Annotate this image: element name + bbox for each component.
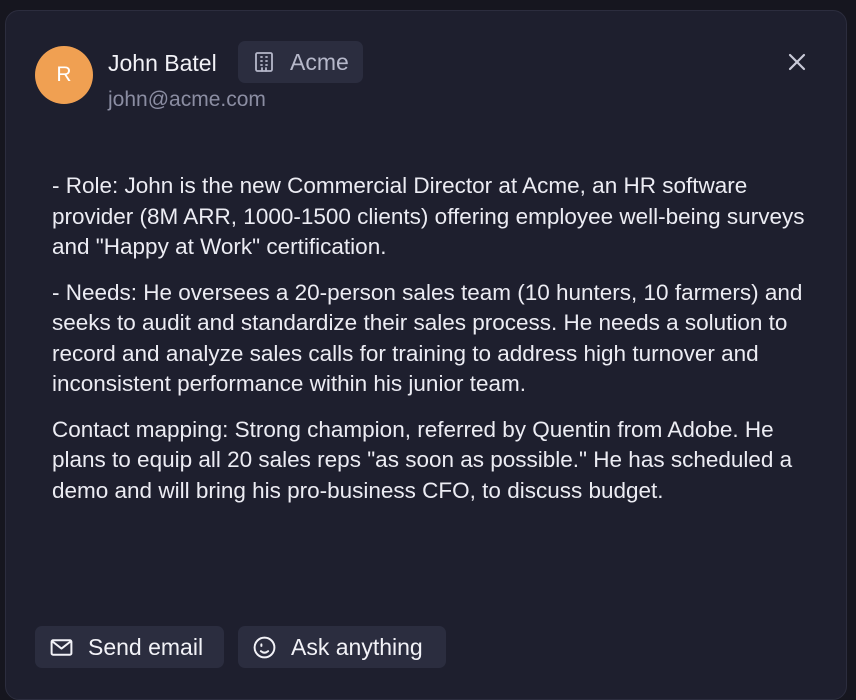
contact-notes: - Role: John is the new Commercial Direc… xyxy=(52,171,812,521)
note-contact-mapping: Contact mapping: Strong champion, referr… xyxy=(52,416,793,503)
company-chip[interactable]: Acme xyxy=(238,41,363,83)
contact-card: R John Batel Acme john@acme.com - Role: … xyxy=(5,10,847,700)
close-button[interactable] xyxy=(782,47,812,77)
avatar: R xyxy=(35,46,93,104)
mail-icon xyxy=(49,635,74,660)
ask-anything-label: Ask anything xyxy=(291,633,423,660)
building-icon xyxy=(252,50,276,74)
close-icon xyxy=(785,50,809,74)
note-role: - Role: John is the new Commercial Direc… xyxy=(52,173,805,259)
contact-name: John Batel xyxy=(108,50,217,76)
send-email-button[interactable]: Send email xyxy=(35,626,224,668)
note-needs: - Needs: He oversees a 20-person sales t… xyxy=(52,279,803,397)
ask-anything-button[interactable]: Ask anything xyxy=(238,626,446,668)
company-label: Acme xyxy=(290,48,349,75)
smile-icon xyxy=(252,635,277,660)
avatar-initial: R xyxy=(56,63,72,86)
contact-email: john@acme.com xyxy=(108,88,266,111)
send-email-label: Send email xyxy=(88,633,204,660)
